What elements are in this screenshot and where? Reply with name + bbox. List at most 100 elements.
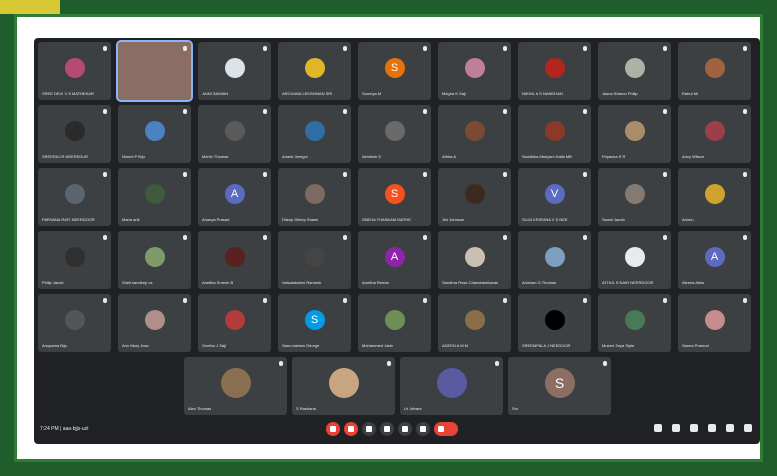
participant-tile[interactable]: Sanna Pramod xyxy=(678,294,751,352)
participant-name: Philip Jacob xyxy=(42,280,64,285)
participant-tile[interactable]: SREERAJ R NEEREDUR xyxy=(38,105,111,163)
participant-tile[interactable]: ADEEN A M M xyxy=(438,294,511,352)
mic-muted-icon xyxy=(743,109,747,114)
participant-tile[interactable]: Alex Thomas xyxy=(184,357,287,415)
participant-name: S Rashana xyxy=(296,406,316,411)
participant-tile[interactable]: JAINI SAIMAN xyxy=(198,42,271,100)
participant-tile[interactable]: Megha K Saji xyxy=(438,42,511,100)
avatar xyxy=(304,121,325,141)
participant-tile[interactable]: PARVANA RAFI NEERDOOR xyxy=(38,168,111,226)
present-button[interactable] xyxy=(398,422,412,436)
participant-tile[interactable]: A Ananya Prasad xyxy=(198,168,271,226)
mic-muted-icon xyxy=(583,235,587,240)
participant-tile[interactable]: S SNEHA THANKAM MATHE xyxy=(358,168,431,226)
participant-tile[interactable]: A Amritha Renda xyxy=(358,231,431,289)
mic-muted-icon xyxy=(743,172,747,177)
participant-tile[interactable]: Sheli sandeep cs xyxy=(118,231,191,289)
avatar xyxy=(384,121,405,141)
mic-muted-icon xyxy=(663,109,667,114)
mic-off-button[interactable] xyxy=(326,422,340,436)
mic-muted-icon xyxy=(183,172,187,177)
participant-tile[interactable]: Nimmi P Biju xyxy=(118,105,191,163)
participant-tile[interactable]: Aneitha Suresh B xyxy=(198,231,271,289)
meta-separator: | xyxy=(60,426,62,432)
participant-tile[interactable]: Rahul Mr xyxy=(678,42,751,100)
avatar xyxy=(224,247,245,267)
participant-tile[interactable]: ATHUL S NAIR NEERDOOR xyxy=(598,231,671,289)
participant-tile[interactable]: SREE DEVI V S MATHEKAR xyxy=(38,42,111,100)
mic-muted-icon xyxy=(183,46,187,51)
participant-tile[interactable]: Ananti Jeregni xyxy=(278,105,351,163)
avatar xyxy=(144,121,165,141)
participant-tile[interactable]: Anupama Biju xyxy=(38,294,111,352)
corner-accent xyxy=(0,0,60,14)
participant-name: Sro xyxy=(512,406,519,411)
participant-tile[interactable]: Ann Mary Jose xyxy=(118,294,191,352)
mic-muted-icon xyxy=(263,109,267,114)
participant-tile[interactable]: Sandhra Rose Chandrasekaran xyxy=(438,231,511,289)
mic-muted-icon xyxy=(495,361,499,366)
host-controls-icon[interactable] xyxy=(672,424,680,432)
mic-muted-icon xyxy=(343,298,347,303)
people-icon[interactable] xyxy=(726,424,734,432)
participant-tile[interactable]: ARCHANA LEKSHMAN SRI xyxy=(278,42,351,100)
captions-button[interactable] xyxy=(362,422,376,436)
participant-tile[interactable]: Anishan G Thomas xyxy=(518,231,591,289)
participant-name: SREERAJ R NEEREDUR xyxy=(42,154,89,159)
mic-muted-icon xyxy=(663,172,667,177)
lock-icon[interactable] xyxy=(654,424,662,432)
participant-tile[interactable]: Dileep Dileep Shami xyxy=(278,168,351,226)
participant-tile[interactable]: Ammu xyxy=(678,168,751,226)
participant-name: Anupama Biju xyxy=(42,343,67,348)
participant-tile[interactable]: NIKHIL A S NANDHAN xyxy=(518,42,591,100)
activities-icon[interactable] xyxy=(690,424,698,432)
camera-off-button[interactable] xyxy=(344,422,358,436)
participant-tile[interactable]: Maria anil xyxy=(118,168,191,226)
participant-name: Aleena Aleiu xyxy=(682,280,705,285)
avatar xyxy=(624,121,645,141)
bottom-bar: 7:24 PM | aaa-bjjs-uzt xyxy=(34,414,760,444)
participant-tile[interactable]: Jini Johnson xyxy=(438,168,511,226)
participant-tile[interactable]: Akhilesh S xyxy=(358,105,431,163)
info-icon[interactable] xyxy=(744,424,752,432)
participant-tile[interactable]: S Soumya M xyxy=(358,42,431,100)
avatar: A xyxy=(384,247,405,267)
participant-name: Mohammed Jabir xyxy=(362,343,393,348)
avatar xyxy=(624,247,645,267)
participant-tile[interactable]: S Rashana xyxy=(292,357,395,415)
participant-tile[interactable]: Jasna Sharon Philip xyxy=(598,42,671,100)
participant-tile[interactable]: A Aleena Aleiu xyxy=(678,231,751,289)
participant-tile[interactable]: Mohammed Jabir xyxy=(358,294,431,352)
participant-tile[interactable]: Geethu J Saji xyxy=(198,294,271,352)
chat-icon[interactable] xyxy=(708,424,716,432)
participant-tile[interactable] xyxy=(116,40,193,102)
participant-tile[interactable]: Merlin Thomas xyxy=(198,105,271,163)
participant-name: Amritha Renda xyxy=(362,280,389,285)
participant-tile[interactable]: Philip Jacob xyxy=(38,231,111,289)
participant-tile[interactable]: SREEMPALA J NEEDOOR xyxy=(518,294,591,352)
participant-name: NIKHIL A S NANDHAN xyxy=(522,91,563,96)
mic-muted-icon xyxy=(583,109,587,114)
mic-muted-icon xyxy=(183,109,187,114)
participant-name: Ur Jebara xyxy=(404,406,422,411)
participant-tile[interactable]: Ancy Wilson xyxy=(678,105,751,163)
participant-tile[interactable]: V SUJA KRISHNA V S NEE xyxy=(518,168,591,226)
more-button[interactable] xyxy=(416,422,430,436)
end-call-button[interactable] xyxy=(434,422,458,436)
participant-name: ADEEN A M M xyxy=(442,343,469,348)
participant-tile[interactable]: Valsalakshmi Ramesh xyxy=(278,231,351,289)
mic-muted-icon xyxy=(103,235,107,240)
participant-tile[interactable]: S Sro xyxy=(508,357,611,415)
participant-tile[interactable]: Priyanka S R xyxy=(598,105,671,163)
mic-muted-icon xyxy=(503,109,507,114)
participant-tile[interactable]: S Sara mariam George xyxy=(278,294,351,352)
raise-hand-button[interactable] xyxy=(380,422,394,436)
participant-tile[interactable]: Ur Jebara xyxy=(400,357,503,415)
participant-tile[interactable]: Mueen Zeya Siple xyxy=(598,294,671,352)
participant-name: Athira A xyxy=(442,154,457,159)
participant-tile[interactable]: Swathika Mariyam Kalla MB xyxy=(518,105,591,163)
mic-muted-icon xyxy=(343,46,347,51)
participant-tile[interactable]: Athira A xyxy=(438,105,511,163)
participant-tile[interactable]: Swani Jacob xyxy=(598,168,671,226)
mic-muted-icon xyxy=(503,298,507,303)
